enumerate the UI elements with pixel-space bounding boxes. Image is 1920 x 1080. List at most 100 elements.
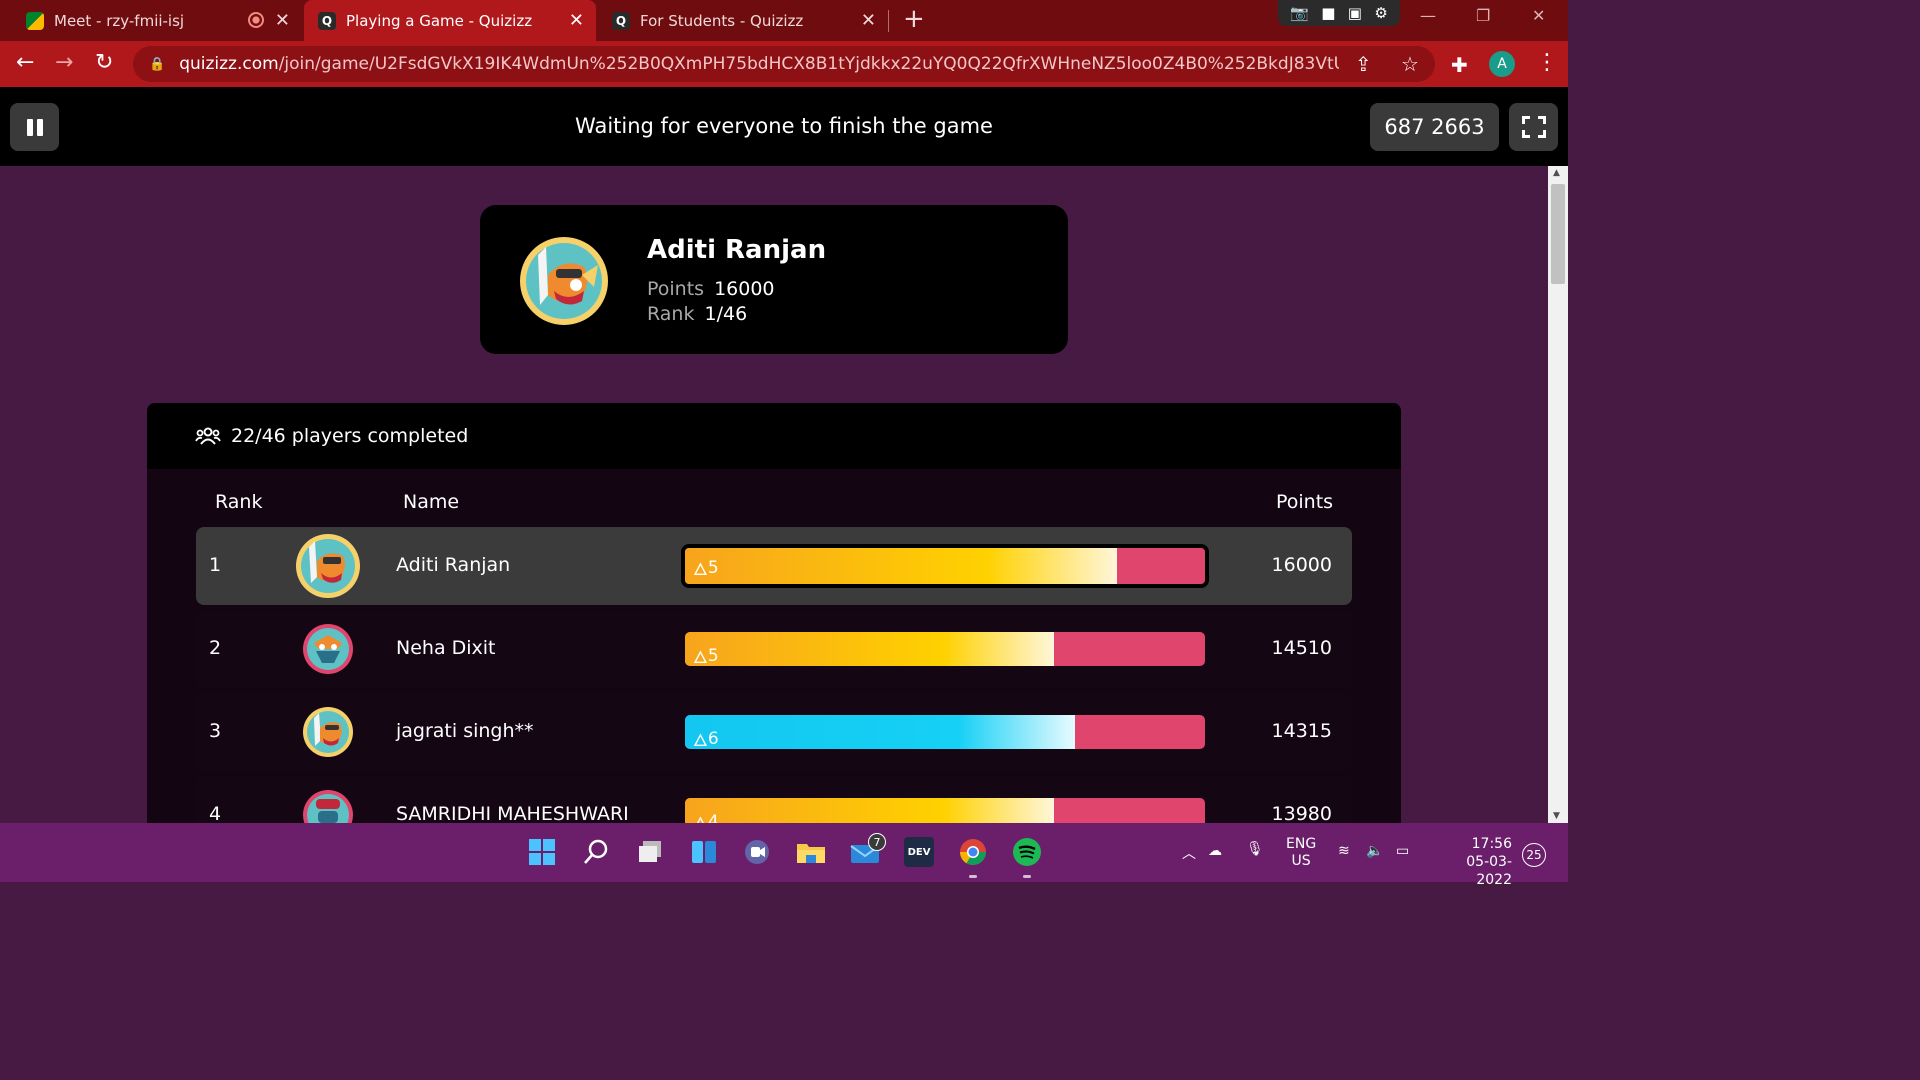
leaderboard-header: 22/46 players completed [147, 403, 1401, 469]
close-tab-icon[interactable]: ✕ [861, 10, 876, 31]
streak-count: 4 [707, 811, 719, 824]
close-window-button[interactable]: ✕ [1532, 6, 1545, 25]
browser-tab-strip: Meet - rzy-fmii-isj ✕ Q Playing a Game -… [0, 0, 1568, 41]
region-code: US [1291, 853, 1311, 869]
tab-title: For Students - Quizizz [640, 11, 804, 30]
streak-badge: 🜂 5 [693, 550, 719, 584]
profile-avatar[interactable]: A [1489, 51, 1515, 77]
streak-count: 5 [707, 557, 719, 578]
microphone-icon[interactable]: 🎙 [1246, 841, 1264, 857]
teams-chat-icon[interactable] [742, 837, 772, 867]
points-value: 16000 [714, 278, 775, 300]
video-camera-icon[interactable]: ■ [1321, 4, 1335, 22]
tab-separator [888, 10, 889, 32]
row-rank: 4 [209, 803, 222, 823]
row-rank: 3 [209, 720, 222, 742]
correct-fill [685, 798, 1055, 823]
gear-icon[interactable]: ⚙ [1374, 4, 1387, 22]
clock-date: 05-03-2022 [1466, 854, 1512, 888]
star-icon[interactable]: ☆ [1401, 52, 1419, 76]
capture-extension-toolbar: 📷 ■ ▣ ⚙ [1278, 0, 1400, 26]
language-indicator[interactable]: ENG US [1286, 836, 1316, 870]
dev-home-icon[interactable]: DEV [904, 837, 934, 867]
wifi-icon[interactable]: ≋ [1338, 843, 1350, 859]
column-header-name: Name [403, 491, 460, 513]
running-indicator [1023, 875, 1031, 878]
tab-meet[interactable]: Meet - rzy-fmii-isj ✕ [12, 0, 302, 41]
flame-icon: 🜂 [693, 731, 708, 749]
mail-badge: 7 [868, 833, 886, 851]
minimize-button[interactable]: — [1420, 6, 1436, 25]
users-group-icon [195, 427, 221, 445]
flame-icon: 🜂 [693, 560, 708, 580]
file-explorer-icon[interactable] [796, 837, 826, 867]
volume-icon[interactable]: 🔈 [1366, 843, 1383, 859]
windows-start-icon[interactable] [527, 837, 557, 867]
leaderboard: 22/46 players completed Rank Name Points… [147, 403, 1401, 823]
back-arrow-icon[interactable]: ← [16, 50, 34, 75]
quizizz-favicon-icon: Q [318, 11, 336, 30]
correct-fill [685, 632, 1055, 666]
player-avatar [303, 624, 353, 674]
player-avatar [303, 790, 353, 823]
show-hidden-icons-chevron-icon[interactable]: ︿ [1182, 843, 1196, 863]
spotify-icon[interactable] [1012, 837, 1042, 867]
widgets-icon[interactable] [689, 837, 719, 867]
streak-badge: 🜂4 [693, 804, 719, 824]
streak-count: 5 [707, 645, 719, 666]
extensions-puzzle-icon[interactable]: ✚ [1451, 53, 1468, 77]
rank-value: 1/46 [704, 303, 748, 325]
google-meet-icon [26, 11, 44, 30]
completed-count-text: 22/46 players completed [231, 425, 469, 447]
task-view-icon[interactable] [635, 837, 665, 867]
game-header: Waiting for everyone to finish the game … [0, 87, 1568, 166]
tab-playing-game[interactable]: Q Playing a Game - Quizizz ✕ [304, 0, 596, 41]
scroll-up-icon[interactable]: ▲ [1553, 168, 1560, 178]
row-rank: 2 [209, 637, 222, 659]
scrollbar-thumb[interactable] [1551, 184, 1565, 284]
fullscreen-button[interactable] [1509, 103, 1558, 151]
row-points: 14315 [1271, 720, 1332, 742]
player-summary-card: Aditi Ranjan Points 16000 Rank 1/46 [480, 205, 1068, 354]
lock-icon[interactable]: 🔒 [149, 57, 165, 72]
url-host: quizizz.com [179, 54, 279, 74]
column-header-points: Points [1276, 491, 1334, 513]
game-code: 687 2663 [1370, 103, 1499, 151]
address-bar[interactable]: 🔒 quizizz.com/join/game/U2FsdGVkX19IK4Wd… [133, 46, 1435, 82]
clock[interactable]: 17:56 05-03-2022 [1434, 835, 1512, 889]
points-label: Points [647, 278, 705, 300]
close-tab-icon[interactable]: ✕ [275, 10, 290, 31]
streak-count: 6 [707, 728, 719, 749]
battery-icon[interactable]: ▭ [1396, 843, 1409, 859]
row-points: 14510 [1271, 637, 1332, 659]
accuracy-bar: 🜂 5 [685, 632, 1205, 666]
notification-center-badge[interactable]: 25 [1522, 843, 1546, 867]
new-tab-button[interactable]: + [903, 4, 925, 34]
chrome-icon[interactable] [958, 837, 988, 867]
restore-button[interactable]: ❐ [1476, 6, 1490, 25]
onedrive-cloud-icon[interactable]: ☁ [1208, 843, 1222, 859]
share-icon[interactable]: ⇪ [1355, 52, 1372, 76]
scroll-down-icon[interactable]: ▼ [1553, 811, 1560, 821]
more-menu-icon[interactable]: ⋮ [1536, 50, 1558, 75]
player-avatar [303, 707, 353, 757]
search-icon[interactable] [581, 837, 611, 867]
tab-for-students[interactable]: Q For Students - Quizizz ✕ [598, 0, 888, 41]
column-header-rank: Rank [215, 491, 263, 513]
reload-icon[interactable]: ↻ [95, 50, 113, 75]
close-tab-icon[interactable]: ✕ [569, 10, 584, 31]
camera-icon[interactable]: 📷 [1290, 4, 1309, 22]
gallery-icon[interactable]: ▣ [1348, 4, 1362, 22]
player-name: Aditi Ranjan [647, 235, 827, 265]
accuracy-bar: 🜂 5 [681, 544, 1209, 588]
clock-time: 17:56 [1471, 836, 1512, 852]
players-completed: 22/46 players completed [195, 425, 468, 447]
flame-icon: 🜂 [693, 648, 708, 666]
page-scrollbar[interactable]: ▲ ▼ [1548, 166, 1568, 823]
row-player-name: SAMRIDHI MAHESHWARI [396, 803, 629, 823]
leaderboard-row: 3 jagrati singh** 🜂 6 14315 [196, 693, 1352, 771]
tab-title: Meet - rzy-fmii-isj [54, 11, 185, 30]
leaderboard-row: 4 SAMRIDHI MAHESHWARI 🜂4 13980 [196, 776, 1352, 823]
forward-arrow-icon[interactable]: → [55, 50, 73, 75]
streak-badge: 🜂 6 [693, 721, 719, 750]
